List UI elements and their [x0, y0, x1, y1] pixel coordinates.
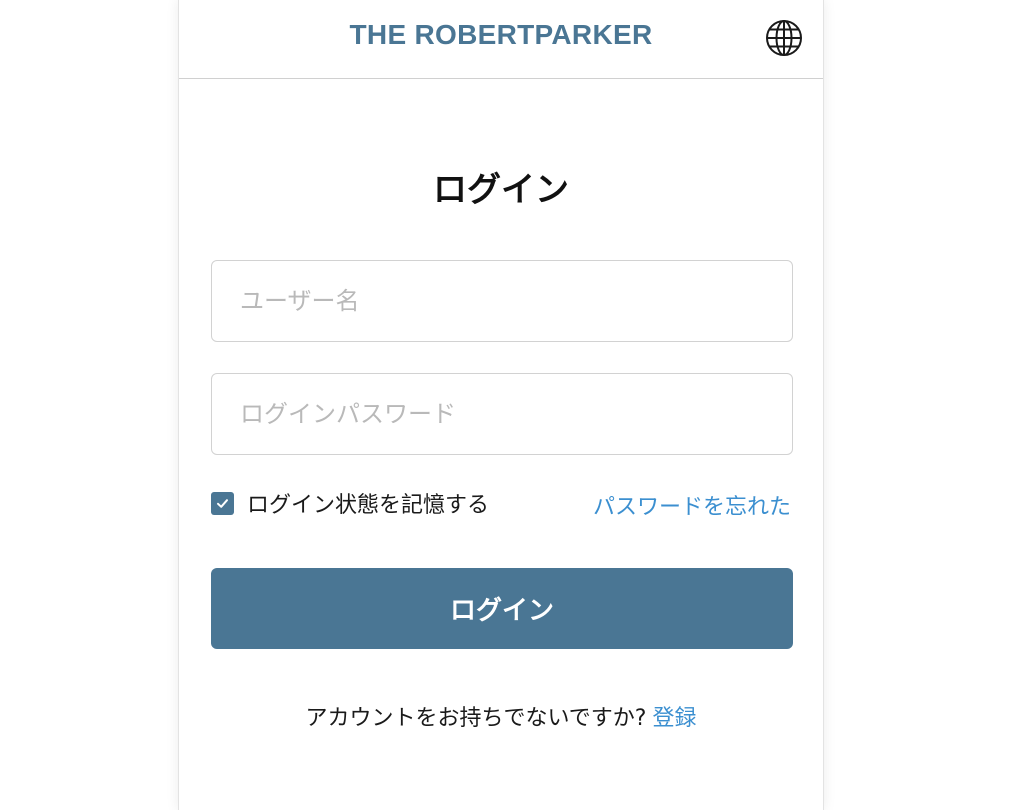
- globe-icon[interactable]: [765, 19, 803, 57]
- forgot-password-link[interactable]: パスワードを忘れた: [593, 489, 791, 521]
- login-button[interactable]: ログイン: [211, 568, 793, 649]
- remember-checkbox[interactable]: [211, 491, 234, 515]
- login-panel: THE ROBERTPARKER ログイン ユーザー名 ログイン状態を記憶する …: [178, 0, 824, 810]
- page-title: ログイン: [433, 170, 569, 210]
- password-field[interactable]: [211, 373, 793, 455]
- brand-logo[interactable]: THE ROBERTPARKER: [179, 19, 823, 51]
- signup-link[interactable]: 登録: [653, 706, 697, 731]
- header: THE ROBERTPARKER: [179, 0, 823, 79]
- signup-row: アカウントをお持ちでないですか? 登録: [179, 700, 823, 732]
- remember-label: ログイン状態を記憶する: [247, 493, 490, 518]
- password-input[interactable]: [212, 374, 792, 454]
- page: THE ROBERTPARKER ログイン ユーザー名 ログイン状態を記憶する …: [0, 0, 1024, 810]
- username-field[interactable]: [211, 260, 793, 342]
- username-input[interactable]: [212, 261, 792, 341]
- checkmark-icon: [217, 498, 228, 508]
- remember-me[interactable]: ログイン状態を記憶する: [211, 487, 489, 519]
- no-account-text: アカウントをお持ちでないですか?: [305, 706, 647, 731]
